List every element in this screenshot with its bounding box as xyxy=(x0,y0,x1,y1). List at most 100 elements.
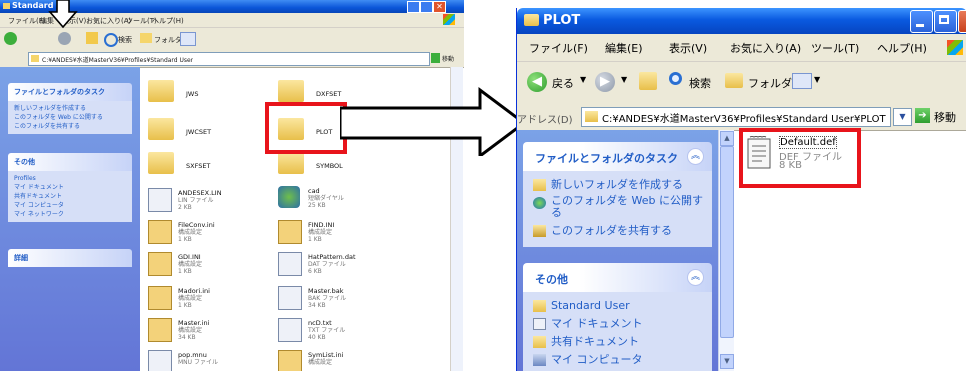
left-address-field[interactable]: C:¥ANDES¥水道MasterV36¥Profiles¥Standard U… xyxy=(28,52,430,66)
folder-icon xyxy=(3,3,10,9)
maximize-button[interactable] xyxy=(934,10,957,33)
chevron-down-icon[interactable]: ▼ xyxy=(621,75,627,84)
right-other-header[interactable]: その他 ︽ xyxy=(523,263,712,292)
file-item[interactable]: ncD.txt TXT ファイル 40 KB xyxy=(278,318,428,346)
task-new-folder[interactable]: 新しいフォルダを作成する xyxy=(523,177,712,195)
settings-file-icon xyxy=(148,286,172,310)
collapse-chevron-icon[interactable]: ︽ xyxy=(687,269,704,286)
folders-icon[interactable] xyxy=(140,33,152,43)
menu-tools[interactable]: ツール(T) xyxy=(811,40,859,56)
folder-item[interactable]: SXFSET xyxy=(148,152,288,182)
file-item[interactable]: FIND.INI 構成設定 1 KB xyxy=(278,220,428,248)
go-arrow-icon[interactable]: ➔ xyxy=(915,108,930,123)
other-shared-documents[interactable]: 共有ドキュメント xyxy=(523,334,712,352)
close-button[interactable] xyxy=(958,10,966,33)
left-other-my-network[interactable]: マイ ネットワーク xyxy=(14,210,126,219)
right-title-bar[interactable]: PLOT xyxy=(517,8,966,34)
file-name: cad xyxy=(308,187,320,195)
left-other-shared-documents[interactable]: 共有ドキュメント xyxy=(14,192,126,201)
search-button[interactable]: 検索 xyxy=(689,75,711,91)
right-task-pane: ファイルとフォルダのタスク ︽ 新しいフォルダを作成する このフォルダを Web… xyxy=(517,130,734,371)
folders-icon[interactable] xyxy=(725,73,743,88)
collapse-chevron-icon[interactable]: ︽ xyxy=(687,148,704,165)
menu-favorites[interactable]: お気に入り(A) xyxy=(86,16,131,26)
file-item[interactable]: Master.bak BAK ファイル 34 KB xyxy=(278,286,428,314)
go-arrow-icon[interactable] xyxy=(431,53,440,63)
menu-help[interactable]: ヘルプ(H) xyxy=(152,16,184,26)
search-button[interactable]: 検索 xyxy=(118,35,132,45)
other-label: Standard User xyxy=(551,299,630,312)
file-name: ncD.txt xyxy=(308,319,332,327)
scroll-thumb[interactable] xyxy=(720,146,734,338)
views-button[interactable] xyxy=(792,73,812,89)
folder-item[interactable]: SYMBOL xyxy=(278,152,418,182)
menu-favorites[interactable]: お気に入り(A) xyxy=(730,40,801,56)
folder-icon xyxy=(148,80,174,102)
maximize-button[interactable] xyxy=(420,1,433,13)
file-item[interactable]: Madori.ini 構成設定 1 KB xyxy=(148,286,298,314)
file-size: 1 KB xyxy=(178,268,192,275)
address-dropdown-button[interactable]: ▼ xyxy=(893,108,912,126)
left-other-my-documents[interactable]: マイ ドキュメント xyxy=(14,183,126,192)
other-my-computer[interactable]: マイ コンピュータ xyxy=(523,352,712,370)
forward-arrow-icon[interactable]: ▶ xyxy=(595,72,615,92)
up-folder-icon[interactable] xyxy=(639,72,657,90)
file-item[interactable]: ANDESEX.LIN LIN ファイル 2 KB xyxy=(148,188,298,216)
left-task-new-folder[interactable]: 新しいフォルダを作成する xyxy=(14,104,126,113)
right-tasks-header[interactable]: ファイルとフォルダのタスク ︽ xyxy=(523,142,712,171)
folder-icon xyxy=(31,55,39,62)
go-button[interactable]: 移動 xyxy=(934,109,956,125)
right-address-field[interactable]: C:¥ANDES¥水道MasterV36¥Profiles¥Standard U… xyxy=(581,107,891,127)
file-item[interactable]: pop.mnu MNU ファイル xyxy=(148,350,298,371)
task-share-folder[interactable]: このフォルダを共有する xyxy=(523,223,712,241)
scroll-down-button[interactable]: ▼ xyxy=(720,354,734,369)
task-publish-web[interactable]: このフォルダを Web に公開する xyxy=(523,195,712,223)
file-icon xyxy=(278,286,302,310)
other-my-documents[interactable]: マイ ドキュメント xyxy=(523,316,712,334)
folder-icon xyxy=(148,118,174,140)
left-details-title[interactable]: 詳細 xyxy=(8,249,132,267)
views-button[interactable] xyxy=(180,32,196,46)
left-other-title[interactable]: その他 xyxy=(8,153,132,171)
file-size: 2 KB xyxy=(178,204,192,211)
file-item[interactable]: cad 短縮ダイヤル 25 KB xyxy=(278,186,428,214)
menu-view[interactable]: 表示(V) xyxy=(669,40,707,56)
file-item[interactable]: FileConv.ini 構成設定 1 KB xyxy=(148,220,298,248)
file-size: 1 KB xyxy=(308,236,322,243)
scroll-up-button[interactable]: ▲ xyxy=(720,131,734,146)
back-button[interactable]: 戻る xyxy=(552,75,574,91)
file-item[interactable]: SymList.ini 構成設定 xyxy=(278,350,428,371)
file-item[interactable]: HatPattern.dat DAT ファイル 6 KB xyxy=(278,252,428,280)
minimize-button[interactable] xyxy=(910,10,933,33)
menu-help[interactable]: ヘルプ(H) xyxy=(877,40,927,56)
forward-button[interactable] xyxy=(58,32,71,45)
go-button[interactable]: 移動 xyxy=(442,54,454,63)
file-item[interactable]: Master.ini 構成設定 34 KB xyxy=(148,318,298,346)
menu-file[interactable]: ファイル(F) xyxy=(529,40,588,56)
right-tasks-title: ファイルとフォルダのタスク xyxy=(535,152,678,165)
left-task-share[interactable]: このフォルダを共有する xyxy=(14,122,126,131)
menu-edit[interactable]: 編集(E) xyxy=(605,40,643,56)
left-task-publish-web[interactable]: このフォルダを Web に公開する xyxy=(14,113,126,122)
close-button[interactable]: ✕ xyxy=(433,1,446,13)
up-folder-icon[interactable] xyxy=(86,32,98,44)
back-arrow-icon[interactable]: ◀ xyxy=(527,72,547,92)
left-other-my-computer[interactable]: マイ コンピュータ xyxy=(14,201,126,210)
file-size: 40 KB xyxy=(308,334,326,341)
other-standard-user[interactable]: Standard User xyxy=(523,298,712,316)
left-other-profiles[interactable]: Profiles xyxy=(14,174,126,183)
file-name: HatPattern.dat xyxy=(308,253,356,261)
file-type: TXT ファイル xyxy=(308,327,346,334)
chevron-down-icon[interactable]: ▼ xyxy=(580,75,586,84)
search-icon[interactable] xyxy=(104,33,118,47)
search-icon[interactable] xyxy=(669,72,682,85)
left-tasks-title[interactable]: ファイルとフォルダのタスク xyxy=(8,83,132,101)
file-item[interactable]: GDI.INI 構成設定 1 KB xyxy=(148,252,298,280)
other-label: マイ ドキュメント xyxy=(551,317,643,330)
folders-button[interactable]: フォルダ xyxy=(154,35,182,45)
task-pane-scrollbar[interactable]: ▲ ▼ xyxy=(718,130,734,371)
chevron-down-icon[interactable]: ▼ xyxy=(814,75,820,84)
folders-button[interactable]: フォルダ xyxy=(748,75,792,91)
minimize-button[interactable] xyxy=(407,1,420,13)
back-button[interactable] xyxy=(4,32,17,45)
